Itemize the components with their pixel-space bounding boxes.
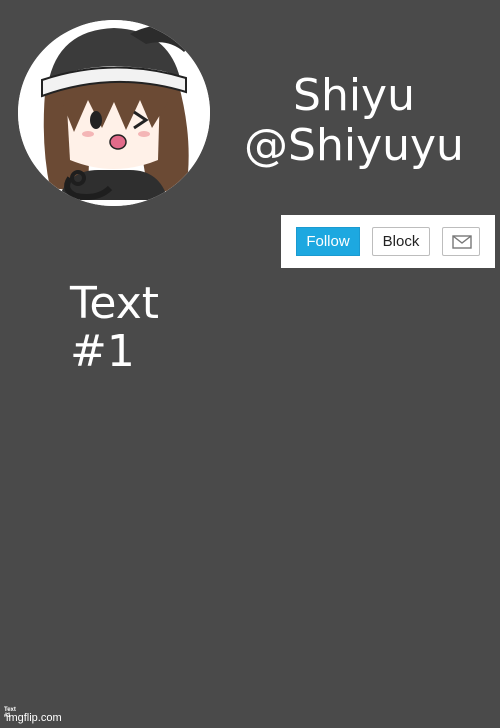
display-name: Shiyu [293,70,415,121]
user-handle: @Shiyuyu [244,120,464,171]
block-button[interactable]: Block [372,227,430,256]
profile-avatar [18,20,210,206]
follow-button[interactable]: Follow [296,227,360,256]
message-button[interactable] [442,227,480,256]
envelope-icon [452,235,472,249]
imgflip-watermark: imgflip.com [6,712,62,724]
meme-text: Text #1 [70,278,159,377]
profile-action-bar: Follow Block [281,215,495,268]
anime-girl-avatar-icon [18,20,210,206]
